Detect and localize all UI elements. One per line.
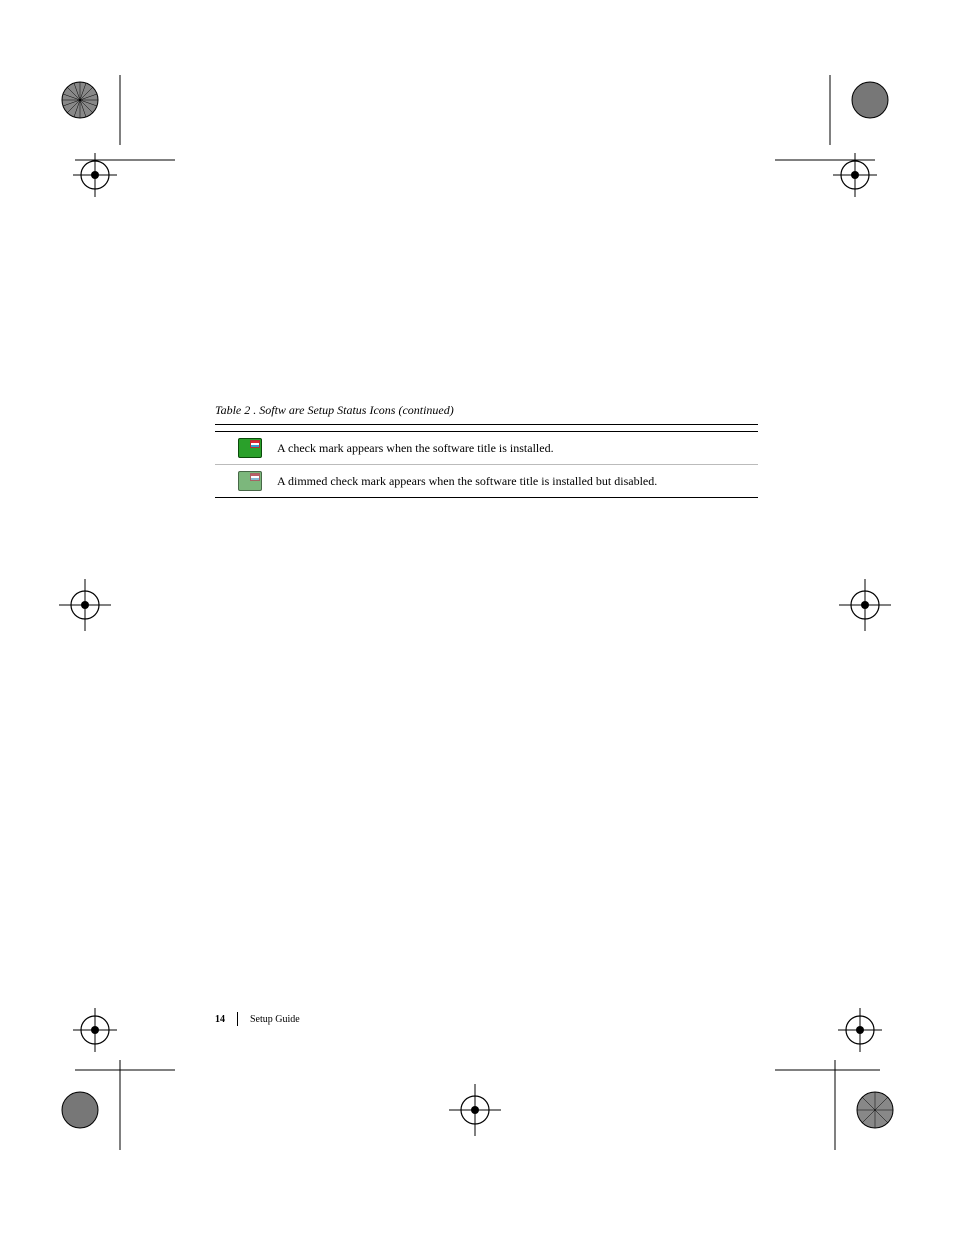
crop-mark-left [55, 575, 115, 635]
table-rule-bottom [215, 497, 758, 498]
table-row: A check mark appears when the software t… [215, 432, 758, 464]
table-caption: Table 2 . Softw are Setup Status Icons (… [215, 403, 758, 418]
footer-separator [237, 1012, 238, 1026]
crop-mark-right [835, 575, 895, 635]
disk-check-dim-icon [237, 471, 263, 491]
footer-title: Setup Guide [250, 1014, 300, 1025]
crop-mark-bottom-center [445, 1080, 505, 1140]
content-block: Table 2 . Softw are Setup Status Icons (… [215, 395, 758, 498]
page-footer: 14 Setup Guide [215, 1012, 758, 1026]
crop-mark-bottom-right [775, 1000, 895, 1120]
table-row: A dimmed check mark appears when the sof… [215, 464, 758, 497]
crop-mark-top-left [55, 75, 175, 195]
row-description: A check mark appears when the software t… [277, 441, 758, 456]
disk-check-icon [237, 438, 263, 458]
crop-mark-bottom-left [55, 1000, 175, 1120]
crop-mark-top-right [775, 75, 895, 195]
page-number: 14 [215, 1014, 225, 1025]
row-description: A dimmed check mark appears when the sof… [277, 474, 758, 489]
